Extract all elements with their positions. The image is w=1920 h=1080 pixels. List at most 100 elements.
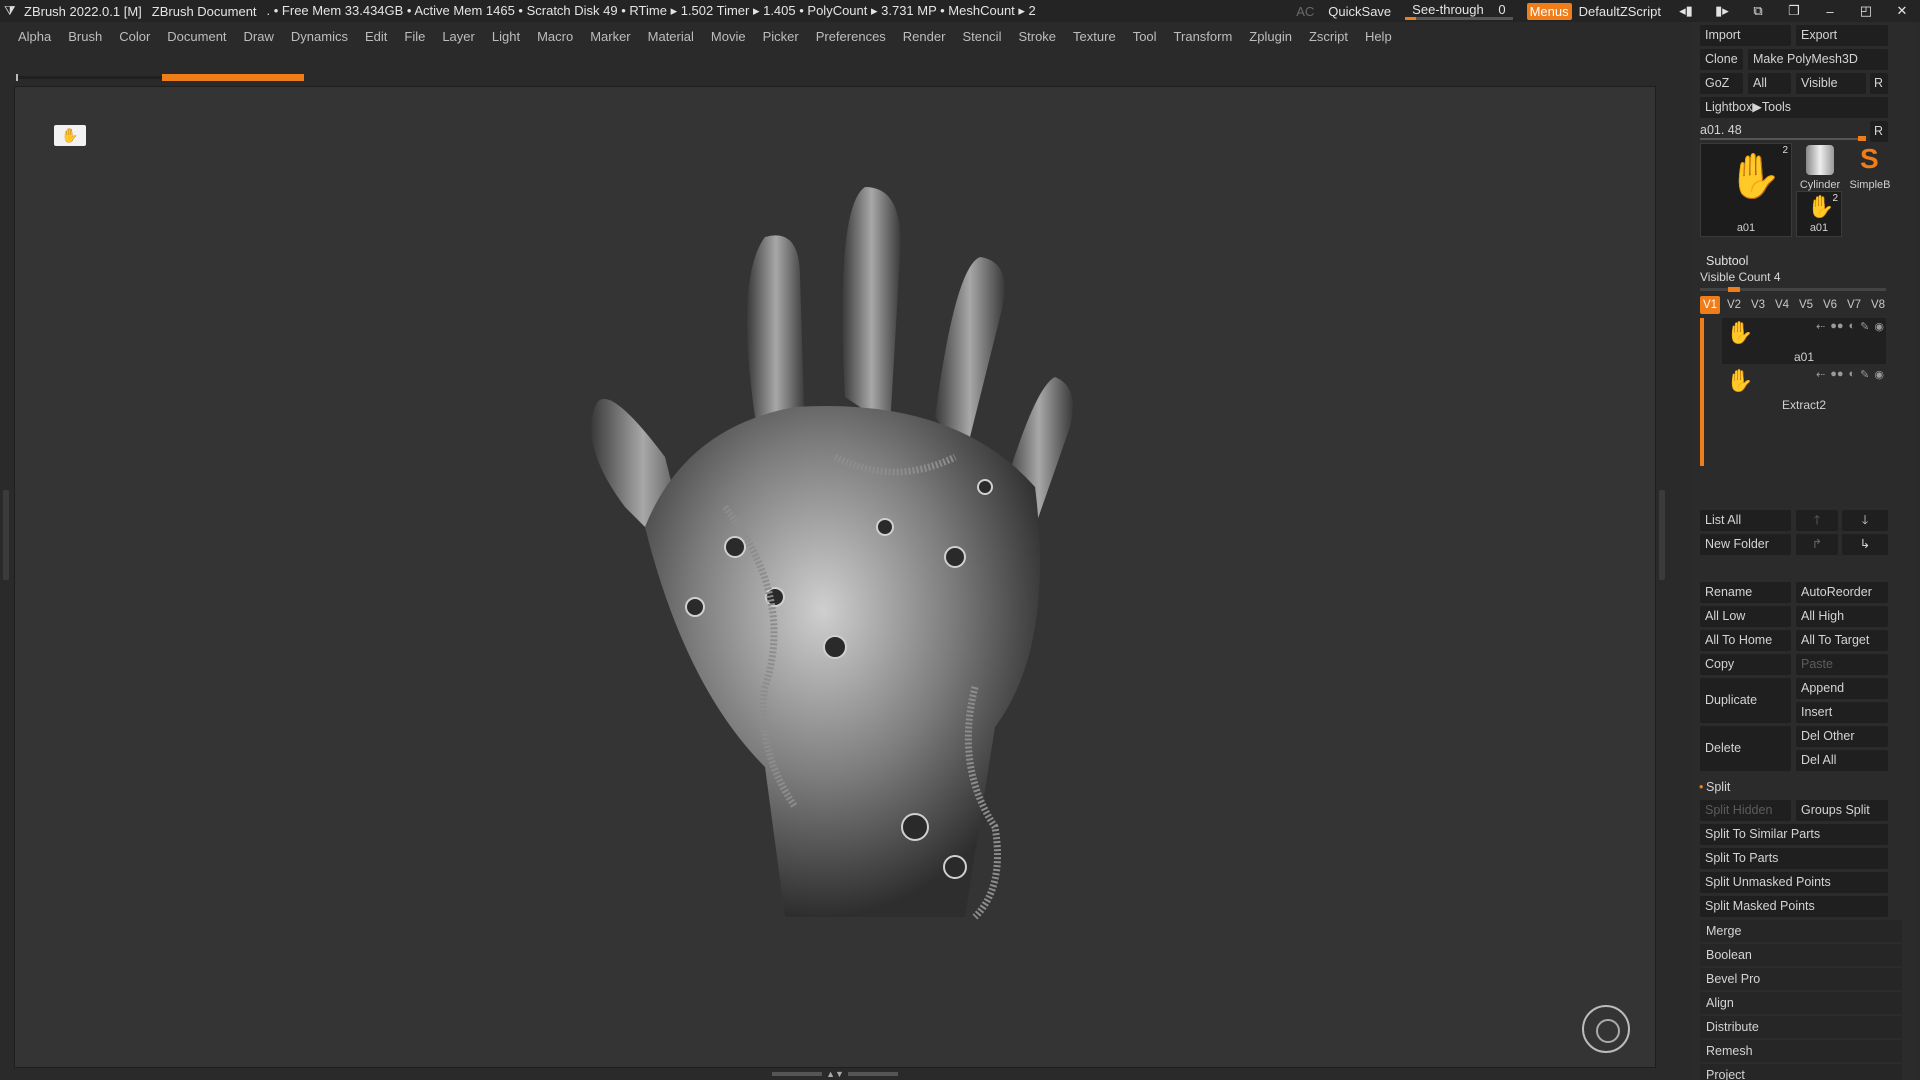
- bottom-tray-handle[interactable]: ▲▼: [770, 1069, 900, 1079]
- paste-button[interactable]: Paste: [1796, 654, 1888, 675]
- arrow-icon[interactable]: ⇠: [1816, 368, 1825, 381]
- ui-layout-next-icon[interactable]: ▮▸: [1711, 3, 1733, 19]
- brush-icon[interactable]: ✎: [1860, 320, 1869, 333]
- all-high-button[interactable]: All High: [1796, 606, 1888, 627]
- menu-help[interactable]: Help: [1365, 29, 1392, 44]
- menu-tool[interactable]: Tool: [1133, 29, 1157, 44]
- view-tab-v4[interactable]: V4: [1772, 296, 1792, 314]
- menu-material[interactable]: Material: [648, 29, 694, 44]
- visible-count-slider[interactable]: [1700, 287, 1886, 292]
- subtool-section-title[interactable]: Subtool: [1706, 254, 1748, 268]
- menu-movie[interactable]: Movie: [711, 29, 746, 44]
- tool-thumb-a01-small[interactable]: ✋ 2 a01: [1796, 191, 1842, 237]
- restore-layout-icon[interactable]: ❐: [1783, 3, 1805, 19]
- right-tray-handle[interactable]: [1659, 490, 1665, 580]
- view-tab-v7[interactable]: V7: [1844, 296, 1864, 314]
- menu-color[interactable]: Color: [119, 29, 150, 44]
- split-unmasked-points-button[interactable]: Split Unmasked Points: [1700, 872, 1888, 893]
- goz-r-button[interactable]: R: [1870, 73, 1888, 94]
- current-tool-slider-knob[interactable]: [1858, 136, 1866, 141]
- arrow-icon[interactable]: ⇠: [1816, 320, 1825, 333]
- ui-layout-prev-icon[interactable]: ◂▮: [1675, 3, 1697, 19]
- split-to-parts-button[interactable]: Split To Parts: [1700, 848, 1888, 869]
- view-tab-v3[interactable]: V3: [1748, 296, 1768, 314]
- split-hidden-button[interactable]: Split Hidden: [1700, 800, 1791, 821]
- section-align[interactable]: Align: [1706, 992, 1894, 1014]
- subtool-item-a01[interactable]: ✋ ⇠ ●● ◐ ✎ ◉ a01: [1722, 318, 1886, 364]
- menu-layer[interactable]: Layer: [442, 29, 475, 44]
- menu-stroke[interactable]: Stroke: [1018, 29, 1056, 44]
- move-down-icon[interactable]: 🡓: [1842, 510, 1888, 531]
- maximize-icon[interactable]: ◰: [1855, 3, 1877, 19]
- autoreorder-button[interactable]: AutoReorder: [1796, 582, 1888, 603]
- menu-render[interactable]: Render: [903, 29, 946, 44]
- all-low-button[interactable]: All Low: [1700, 606, 1791, 627]
- all-to-target-button[interactable]: All To Target: [1796, 630, 1888, 651]
- view-tab-v5[interactable]: V5: [1796, 296, 1816, 314]
- menu-brush[interactable]: Brush: [68, 29, 102, 44]
- polypaint-icon[interactable]: ◐: [1849, 368, 1856, 381]
- subtool-item-extract2[interactable]: ✋ ⇠ ●● ◐ ✎ ◉ Extract2: [1722, 366, 1886, 412]
- import-button[interactable]: Import: [1700, 25, 1791, 46]
- new-folder-button[interactable]: New Folder: [1700, 534, 1791, 555]
- view-tab-v2[interactable]: V2: [1724, 296, 1744, 314]
- eye-icon[interactable]: ◉: [1874, 368, 1884, 381]
- duplicate-button[interactable]: Duplicate: [1700, 678, 1791, 723]
- clone-button[interactable]: Clone: [1700, 49, 1743, 70]
- menus-toggle-button[interactable]: Menus: [1526, 2, 1572, 20]
- tool-thumb-simplebrush[interactable]: S SimpleB: [1846, 143, 1894, 191]
- toggle-icon[interactable]: ●●: [1830, 368, 1843, 381]
- ac-label[interactable]: AC: [1296, 4, 1314, 19]
- quicksave-button[interactable]: QuickSave: [1328, 4, 1391, 19]
- menu-zplugin[interactable]: Zplugin: [1249, 29, 1292, 44]
- goz-button[interactable]: GoZ: [1700, 73, 1743, 94]
- goz-visible-button[interactable]: Visible: [1796, 73, 1866, 94]
- menu-file[interactable]: File: [404, 29, 425, 44]
- close-icon[interactable]: ✕: [1891, 3, 1913, 19]
- polypaint-icon[interactable]: ◐: [1849, 320, 1856, 333]
- subtool-list-scrollbar[interactable]: [1700, 318, 1704, 466]
- list-all-button[interactable]: List All: [1700, 510, 1791, 531]
- copy-button[interactable]: Copy: [1700, 654, 1791, 675]
- groups-split-button[interactable]: Groups Split: [1796, 800, 1888, 821]
- section-project[interactable]: Project: [1706, 1064, 1894, 1080]
- menu-texture[interactable]: Texture: [1073, 29, 1116, 44]
- default-zscript-button[interactable]: DefaultZScript: [1579, 4, 1661, 19]
- menu-marker[interactable]: Marker: [590, 29, 630, 44]
- make-polymesh3d-button[interactable]: Make PolyMesh3D: [1748, 49, 1888, 70]
- folder-into-icon[interactable]: ↳: [1842, 534, 1888, 555]
- menu-alpha[interactable]: Alpha: [18, 29, 51, 44]
- minimize-icon[interactable]: –: [1819, 4, 1841, 19]
- del-all-button[interactable]: Del All: [1796, 750, 1888, 771]
- mechanical-hand-model[interactable]: [535, 127, 1155, 1007]
- document-canvas[interactable]: ✋: [14, 86, 1656, 1068]
- rename-button[interactable]: Rename: [1700, 582, 1791, 603]
- view-tab-v1[interactable]: V1: [1700, 296, 1720, 314]
- window-layout-icon[interactable]: ⧉: [1747, 3, 1769, 19]
- export-button[interactable]: Export: [1796, 25, 1888, 46]
- split-masked-points-button[interactable]: Split Masked Points: [1700, 896, 1888, 917]
- all-to-home-button[interactable]: All To Home: [1700, 630, 1791, 651]
- delete-button[interactable]: Delete: [1700, 726, 1791, 771]
- brush-icon[interactable]: ✎: [1860, 368, 1869, 381]
- goz-all-button[interactable]: All: [1748, 73, 1791, 94]
- section-distribute[interactable]: Distribute: [1706, 1016, 1894, 1038]
- menu-edit[interactable]: Edit: [365, 29, 387, 44]
- move-up-icon[interactable]: 🡑: [1796, 510, 1838, 531]
- section-boolean[interactable]: Boolean: [1706, 944, 1894, 966]
- folder-move-icon[interactable]: ↱: [1796, 534, 1838, 555]
- tool-thumb-cylinder[interactable]: Cylinder: [1796, 143, 1844, 191]
- menu-light[interactable]: Light: [492, 29, 520, 44]
- del-other-button[interactable]: Del Other: [1796, 726, 1888, 747]
- menu-transform[interactable]: Transform: [1174, 29, 1233, 44]
- menu-document[interactable]: Document: [167, 29, 226, 44]
- menu-draw[interactable]: Draw: [244, 29, 274, 44]
- tool-thumb-a01[interactable]: ✋ 2 a01: [1700, 143, 1792, 237]
- toggle-icon[interactable]: ●●: [1830, 320, 1843, 333]
- insert-button[interactable]: Insert: [1796, 702, 1888, 723]
- section-remesh[interactable]: Remesh: [1706, 1040, 1894, 1062]
- tool-r-button[interactable]: R: [1870, 121, 1888, 142]
- menu-stencil[interactable]: Stencil: [962, 29, 1001, 44]
- menu-zscript[interactable]: Zscript: [1309, 29, 1348, 44]
- split-section-title[interactable]: Split: [1699, 776, 1894, 798]
